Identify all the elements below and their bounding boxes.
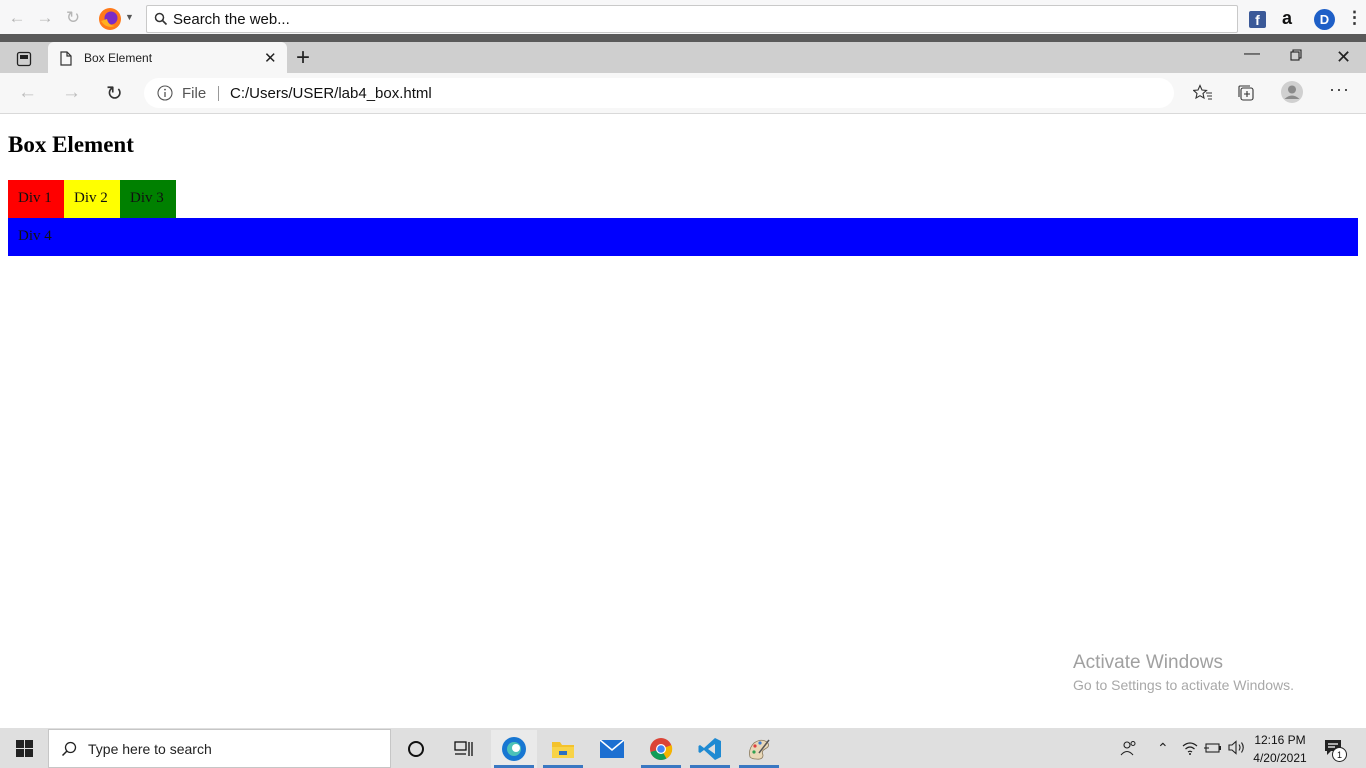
reload-icon[interactable]: ↻ [64,8,82,27]
back-icon[interactable]: ← [8,8,26,27]
more-menu-icon[interactable]: ··· [1329,79,1350,100]
back-icon[interactable]: ← [18,82,37,104]
forward-icon[interactable]: → [62,82,81,104]
amazon-icon[interactable]: a [1282,8,1292,29]
tab-title: Box Element [84,51,153,65]
battery-icon[interactable] [1204,742,1222,754]
chevron-down-icon[interactable]: ▼ [125,12,134,22]
activate-windows-subtitle: Go to Settings to activate Windows. [1073,677,1294,693]
new-tab-button[interactable]: + [296,44,310,72]
page-title: Box Element [8,132,134,157]
task-view-icon[interactable] [441,730,487,768]
div-box-1: Div 1 [8,180,64,218]
action-center-icon[interactable]: 1 [1324,739,1347,762]
chevron-up-icon[interactable]: ⌃ [1157,740,1169,757]
address-bar[interactable]: File C:/Users/USER/lab4_box.html [144,78,1174,108]
refresh-icon[interactable]: ↻ [106,81,123,106]
div-box-2: Div 2 [64,180,120,218]
notification-badge: 1 [1332,747,1347,762]
windows-start-icon[interactable] [16,740,33,757]
favorites-icon[interactable] [1193,84,1213,102]
close-window-button[interactable]: ✕ [1336,47,1351,68]
facebook-icon[interactable]: f [1249,11,1266,28]
paint-icon[interactable] [736,730,782,768]
chrome-icon[interactable] [638,730,684,768]
profile-avatar[interactable] [1281,81,1303,103]
minimize-button[interactable]: — [1244,45,1260,63]
vscode-icon[interactable] [687,730,733,768]
firefox-logo-icon[interactable] [98,7,122,31]
taskbar-search-placeholder: Type here to search [88,741,212,757]
collections-icon[interactable] [1237,84,1255,102]
restore-button[interactable] [1290,49,1302,61]
mail-icon[interactable] [589,730,635,768]
div-box-4: Div 4 [8,218,1358,256]
address-divider [218,86,219,101]
kebab-menu-icon[interactable]: ⋮ [1346,8,1363,28]
dashlane-icon[interactable]: D [1314,9,1335,30]
web-search-box[interactable]: Search the web... [146,5,1238,33]
window-frame-strip [0,34,1366,42]
web-search-placeholder: Search the web... [173,11,290,28]
edge-taskbar-icon[interactable] [491,730,537,768]
clock-time: 12:16 PM [1254,733,1306,747]
div-box-3: Div 3 [120,180,176,218]
wifi-icon[interactable] [1182,741,1198,755]
tab-box-element[interactable]: Box Element ✕ [48,42,287,74]
tab-actions-icon[interactable] [16,51,32,67]
system-clock[interactable]: 12:16 PM 4/20/2021 [1252,731,1308,767]
url-text[interactable]: C:/Users/USER/lab4_box.html [230,85,432,102]
activate-windows-title: Activate Windows [1073,652,1223,673]
file-scheme-label: File [182,85,207,102]
info-icon[interactable] [157,85,173,101]
taskbar-search-box[interactable]: Type here to search [48,729,391,768]
people-icon[interactable] [1120,739,1138,757]
cortana-icon[interactable] [393,730,439,768]
search-icon [61,741,77,757]
outer-toolbar: ← → ↻ ▼ Search the web... f a D ⋮ [0,0,1366,36]
page-icon [60,51,72,66]
volume-icon[interactable] [1228,740,1246,755]
file-explorer-icon[interactable] [540,730,586,768]
forward-icon[interactable]: → [36,8,54,27]
close-tab-icon[interactable]: ✕ [264,49,277,67]
search-icon [154,12,168,26]
clock-date: 4/20/2021 [1253,751,1307,765]
